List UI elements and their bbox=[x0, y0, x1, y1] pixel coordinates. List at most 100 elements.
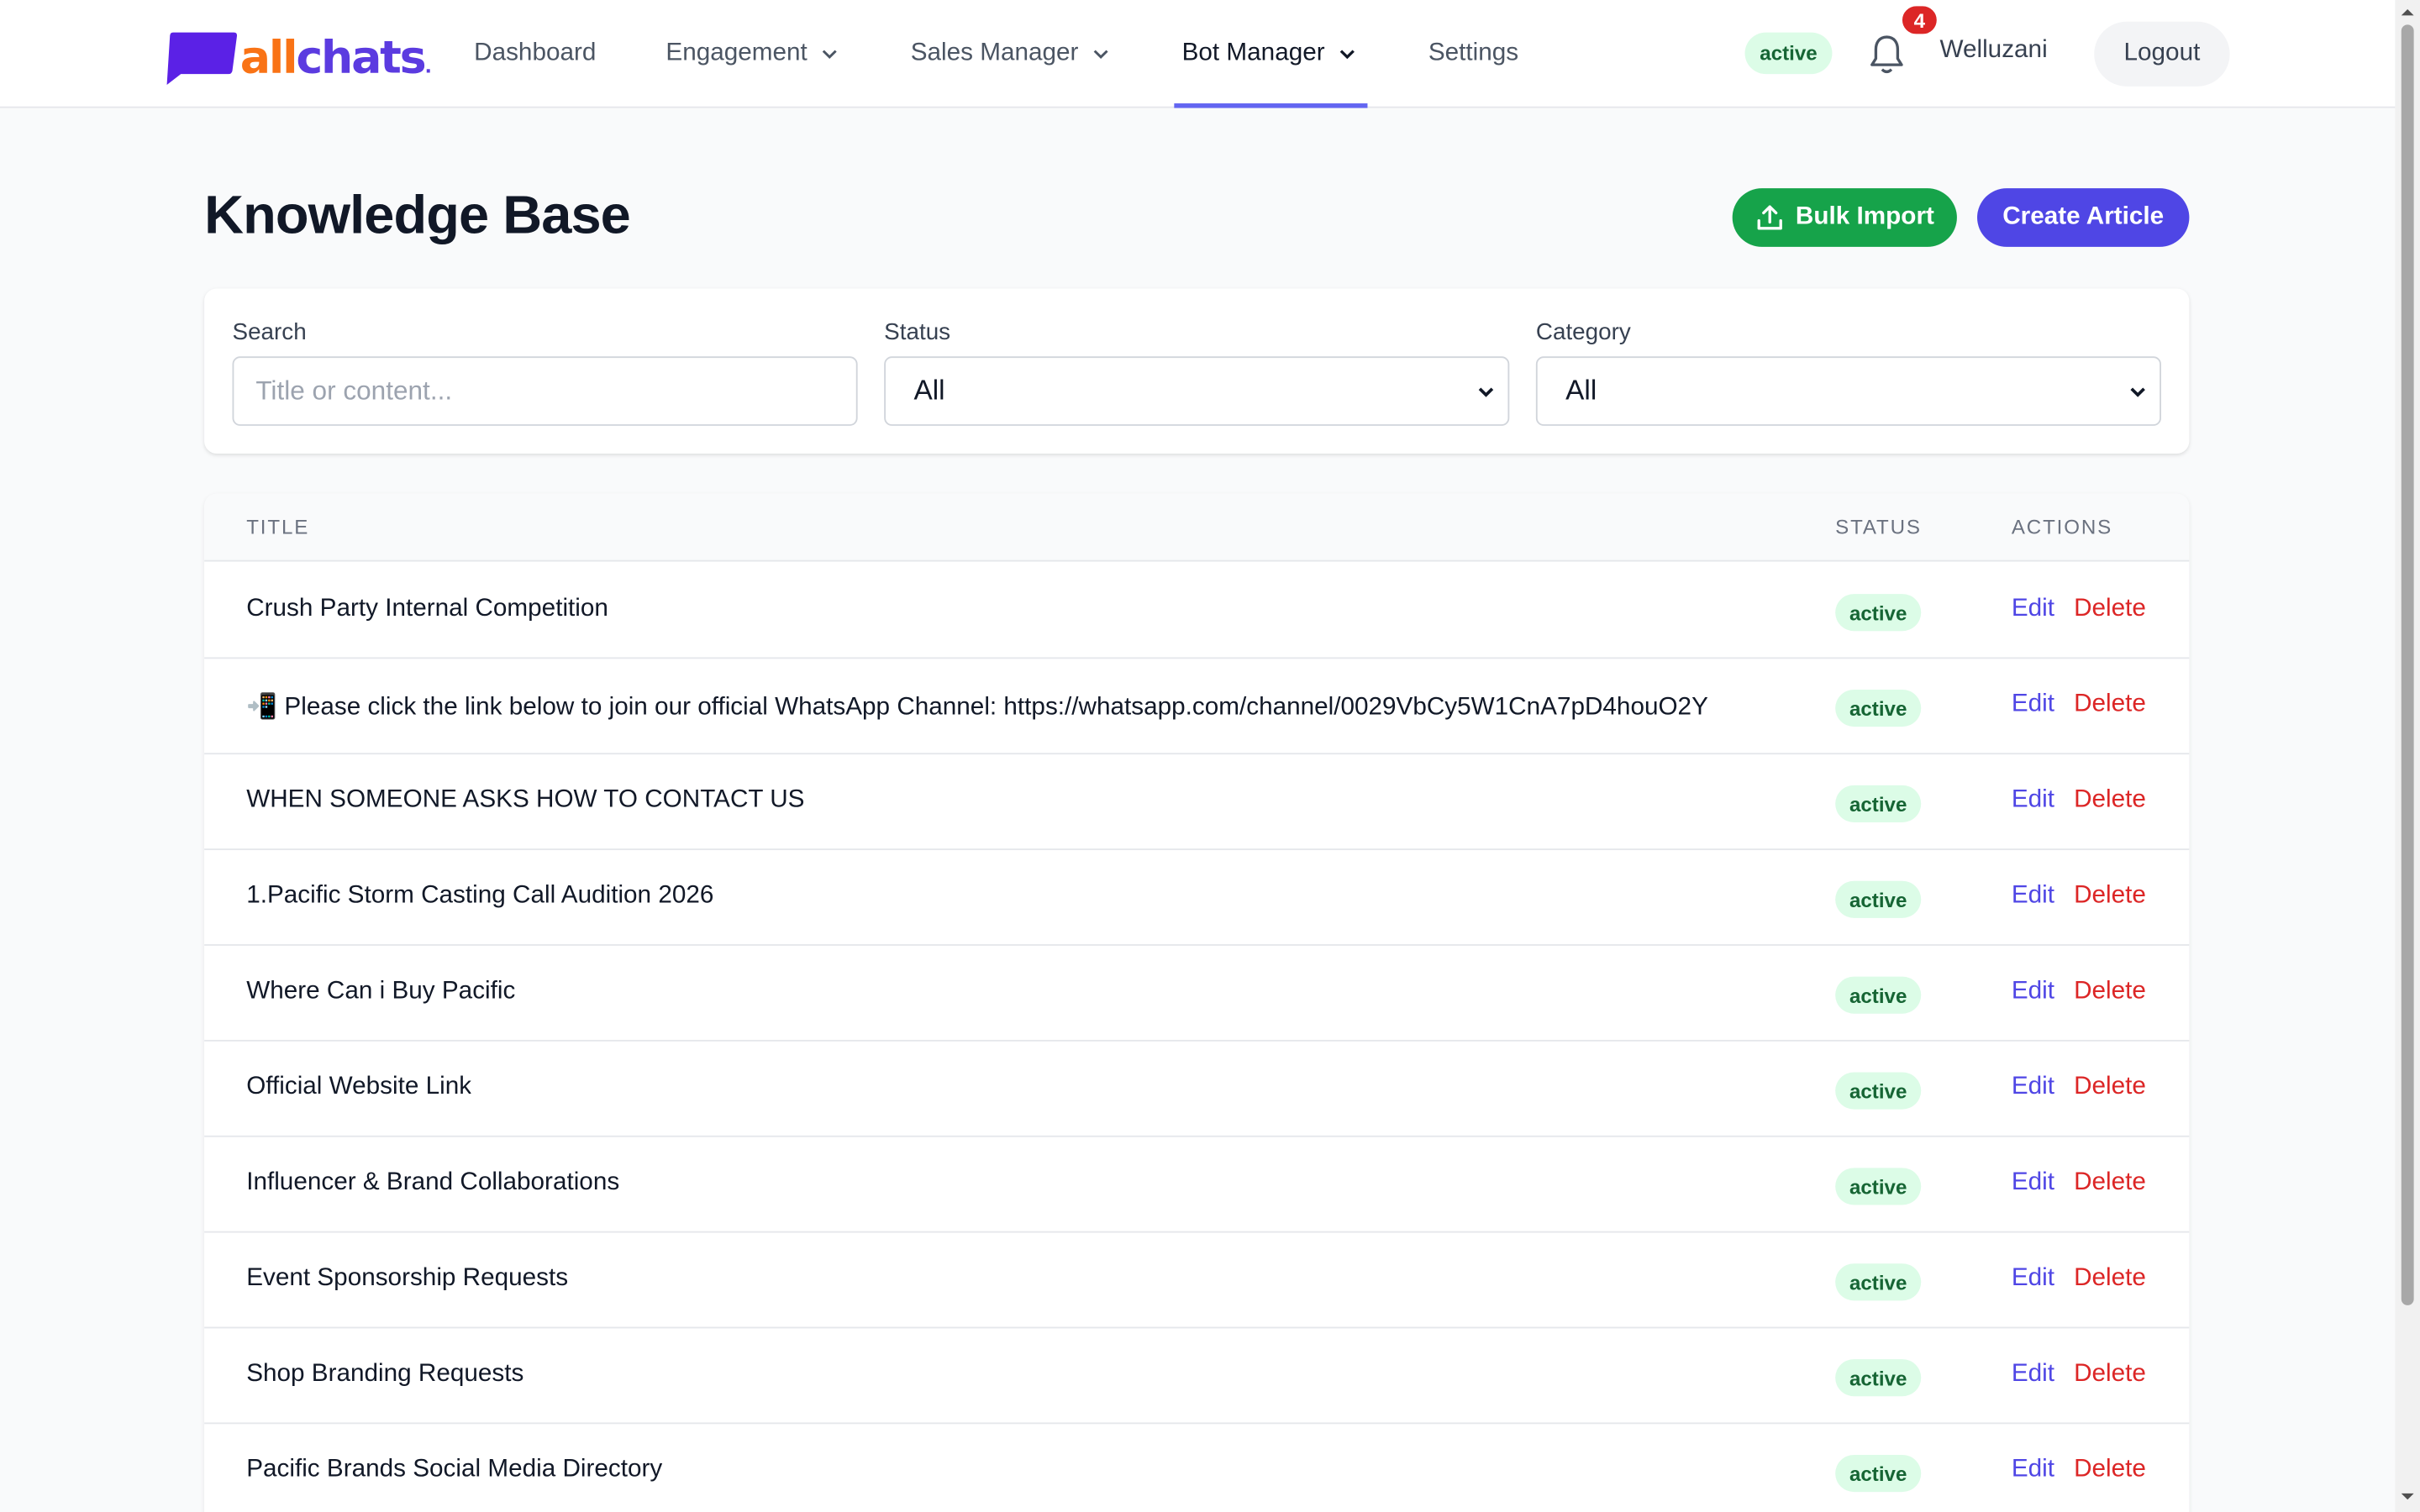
article-title: WHEN SOMEONE ASKS HOW TO CONTACT US bbox=[246, 786, 805, 813]
status-badge: active bbox=[1835, 785, 1922, 822]
status-badge: active bbox=[1835, 880, 1922, 918]
status-badge: active bbox=[1835, 976, 1922, 1014]
chevron-down-icon bbox=[1339, 50, 1355, 60]
scrollbar-thumb[interactable] bbox=[2401, 24, 2414, 1305]
category-filter-select[interactable]: All bbox=[1535, 356, 2162, 426]
edit-link[interactable]: Edit bbox=[2012, 883, 2054, 911]
table-header: TITLE STATUS ACTIONS bbox=[204, 493, 2190, 562]
delete-link[interactable]: Delete bbox=[2074, 1457, 2146, 1484]
status-badge: active bbox=[1835, 690, 1922, 727]
nav-sales-manager[interactable]: Sales Manager bbox=[911, 0, 1110, 108]
delete-link[interactable]: Delete bbox=[2074, 1361, 2146, 1389]
search-input[interactable]: Title or content... bbox=[232, 356, 858, 426]
delete-link[interactable]: Delete bbox=[2074, 596, 2146, 623]
article-title: Pacific Brands Social Media Directory bbox=[246, 1456, 663, 1483]
edit-link[interactable]: Edit bbox=[2012, 1457, 2054, 1484]
article-title: Event Sponsorship Requests bbox=[246, 1265, 569, 1292]
status-badge: active bbox=[1835, 1072, 1922, 1110]
article-title: Official Website Link bbox=[246, 1074, 472, 1100]
edit-link[interactable]: Edit bbox=[2012, 787, 2054, 815]
brand-wordmark: allchats. bbox=[239, 29, 432, 83]
account-status-badge: active bbox=[1744, 32, 1833, 75]
table-row: 📲 Please click the link below to join ou… bbox=[204, 659, 2190, 755]
status-filter-label: Status bbox=[884, 319, 951, 346]
username[interactable]: Welluzani bbox=[1939, 37, 2047, 65]
delete-link[interactable]: Delete bbox=[2074, 1074, 2146, 1101]
delete-link[interactable]: Delete bbox=[2074, 978, 2146, 1005]
logout-button[interactable]: Logout bbox=[2094, 21, 2230, 87]
table-row: Influencer & Brand Collaborations active… bbox=[204, 1137, 2190, 1233]
article-title: 📲 Please click the link below to join ou… bbox=[246, 694, 1708, 721]
category-filter-label: Category bbox=[1535, 319, 1631, 346]
edit-link[interactable]: Edit bbox=[2012, 596, 2054, 623]
chevron-down-icon bbox=[1478, 387, 1494, 397]
nav-dashboard[interactable]: Dashboard bbox=[474, 0, 596, 108]
edit-link[interactable]: Edit bbox=[2012, 978, 2054, 1005]
article-title: 1.Pacific Storm Casting Call Audition 20… bbox=[246, 882, 714, 909]
nav-bot-manager-label: Bot Manager bbox=[1181, 39, 1325, 66]
table-row: WHEN SOMEONE ASKS HOW TO CONTACT US acti… bbox=[204, 754, 2190, 851]
table-row: Event Sponsorship Requests active Edit D… bbox=[204, 1233, 2190, 1329]
scroll-down-arrow-icon[interactable] bbox=[2401, 1490, 2414, 1503]
status-badge: active bbox=[1835, 594, 1922, 632]
notification-count-badge: 4 bbox=[1899, 3, 1940, 38]
delete-link[interactable]: Delete bbox=[2074, 1265, 2146, 1293]
status-badge: active bbox=[1835, 1455, 1922, 1493]
bulk-import-label: Bulk Import bbox=[1795, 203, 1934, 230]
status-badge: active bbox=[1835, 1168, 1922, 1205]
create-article-button[interactable]: Create Article bbox=[1977, 188, 2190, 247]
chevron-down-icon bbox=[822, 50, 837, 60]
table-row: Pacific Brands Social Media Directory ac… bbox=[204, 1424, 2189, 1512]
nav-dashboard-label: Dashboard bbox=[474, 39, 597, 66]
column-header-actions: ACTIONS bbox=[2011, 515, 2113, 539]
status-filter-value: All bbox=[913, 375, 945, 407]
edit-link[interactable]: Edit bbox=[2012, 691, 2054, 719]
filter-panel: Search Title or content... Status All Ca… bbox=[204, 288, 2190, 454]
scroll-up-arrow-icon[interactable] bbox=[2401, 6, 2414, 18]
edit-link[interactable]: Edit bbox=[2012, 1265, 2054, 1293]
article-title: Shop Branding Requests bbox=[246, 1360, 524, 1388]
edit-link[interactable]: Edit bbox=[2012, 1361, 2054, 1389]
page-scrollbar[interactable] bbox=[2395, 0, 2420, 1512]
chevron-down-icon bbox=[2130, 387, 2145, 397]
article-title: Crush Party Internal Competition bbox=[246, 595, 608, 622]
upload-icon bbox=[1756, 205, 1782, 230]
delete-link[interactable]: Delete bbox=[2074, 691, 2146, 719]
article-title: Where Can i Buy Pacific bbox=[246, 978, 516, 1005]
edit-link[interactable]: Edit bbox=[2012, 1169, 2054, 1197]
table-row: Crush Party Internal Competition active … bbox=[204, 563, 2190, 659]
delete-link[interactable]: Delete bbox=[2074, 883, 2146, 911]
column-header-title: TITLE bbox=[246, 515, 310, 539]
nav-engagement-label: Engagement bbox=[666, 39, 808, 66]
articles-table: TITLE STATUS ACTIONS Crush Party Interna… bbox=[204, 493, 2190, 1512]
category-filter-value: All bbox=[1565, 375, 1597, 407]
nav-settings-label: Settings bbox=[1428, 39, 1519, 66]
nav-settings[interactable]: Settings bbox=[1428, 0, 1518, 108]
search-label: Search bbox=[232, 319, 307, 346]
table-row: Official Website Link active Edit Delete bbox=[204, 1042, 2190, 1137]
status-badge: active bbox=[1835, 1359, 1922, 1397]
app-root: allchats. Dashboard Engagement Sales Man… bbox=[0, 0, 2420, 1512]
nav-sales-manager-label: Sales Manager bbox=[910, 39, 1079, 66]
bell-icon[interactable] bbox=[1865, 31, 1908, 77]
chevron-down-icon bbox=[1092, 50, 1107, 60]
bulk-import-button[interactable]: Bulk Import bbox=[1732, 188, 1957, 247]
status-filter-select[interactable]: All bbox=[884, 356, 1510, 426]
top-navbar: allchats. Dashboard Engagement Sales Man… bbox=[0, 0, 2396, 108]
brand-logo[interactable]: allchats. bbox=[162, 28, 432, 87]
table-row: Shop Branding Requests active Edit Delet… bbox=[204, 1328, 2190, 1425]
page-title: Knowledge Base bbox=[204, 185, 631, 246]
delete-link[interactable]: Delete bbox=[2074, 787, 2146, 815]
nav-engagement[interactable]: Engagement bbox=[666, 0, 838, 108]
nav-bot-manager[interactable]: Bot Manager bbox=[1182, 0, 1356, 108]
table-row: Where Can i Buy Pacific active Edit Dele… bbox=[204, 946, 2190, 1042]
chat-bubble-logo-icon bbox=[166, 32, 238, 86]
active-nav-indicator bbox=[1174, 103, 1368, 108]
column-header-status: STATUS bbox=[1835, 515, 1922, 539]
table-row: 1.Pacific Storm Casting Call Audition 20… bbox=[204, 850, 2190, 946]
edit-link[interactable]: Edit bbox=[2012, 1074, 2054, 1101]
article-title: Influencer & Brand Collaborations bbox=[246, 1169, 620, 1196]
status-badge: active bbox=[1835, 1263, 1922, 1301]
search-placeholder: Title or content... bbox=[255, 375, 453, 406]
delete-link[interactable]: Delete bbox=[2074, 1169, 2146, 1197]
